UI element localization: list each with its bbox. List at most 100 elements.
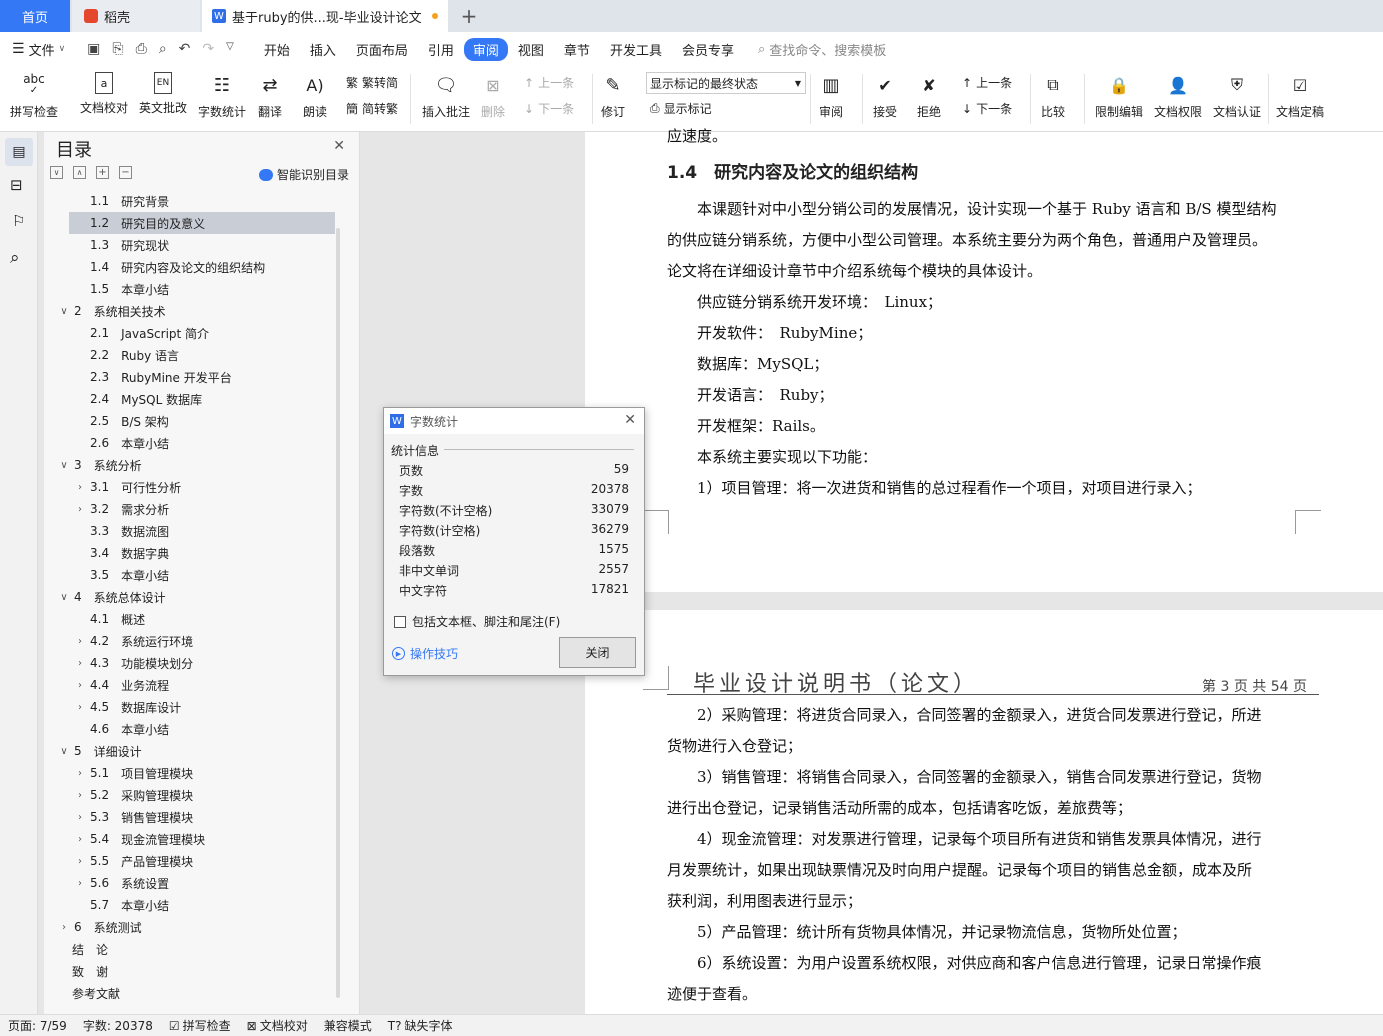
- redo-icon[interactable]: ↷: [202, 41, 214, 57]
- toc-item[interactable]: 1.4 研究内容及论文的组织结构: [44, 256, 334, 278]
- toc-item[interactable]: 1.2 研究目的及意义: [69, 212, 335, 234]
- word-count-indicator[interactable]: 字数: 20378: [83, 1017, 153, 1034]
- tips-link[interactable]: ▶ 操作技巧: [392, 645, 458, 662]
- show-marks-button[interactable]: ⎙ 显示标记: [650, 100, 712, 117]
- chevron-right-icon[interactable]: ›: [74, 878, 86, 889]
- toc-item[interactable]: › 4.2 系统运行环境: [44, 630, 334, 652]
- prev-comment-button[interactable]: ↑ 上一条: [524, 74, 574, 91]
- trad-to-simp-button[interactable]: 繁繁转简: [346, 74, 398, 91]
- reject-button[interactable]: ✘ 拒绝: [916, 72, 942, 120]
- toc-item[interactable]: › 3.1 可行性分析: [44, 476, 334, 498]
- toc-item[interactable]: 3.4 数据字典: [44, 542, 334, 564]
- page-indicator[interactable]: 页面: 7/59: [8, 1017, 67, 1034]
- close-button[interactable]: 关闭: [559, 637, 636, 668]
- add-item-icon[interactable]: +: [96, 166, 109, 179]
- menu-tab-5[interactable]: 视图: [508, 40, 554, 59]
- chevron-right-icon[interactable]: ›: [74, 658, 86, 669]
- compat-mode[interactable]: 兼容模式: [324, 1017, 372, 1034]
- toc-item[interactable]: › 5.4 现金流管理模块: [44, 828, 334, 850]
- toc-item[interactable]: 3.5 本章小结: [44, 564, 334, 586]
- accept-button[interactable]: ✔ 接受: [872, 72, 898, 120]
- chevron-down-icon[interactable]: ∨: [58, 592, 70, 603]
- toc-item[interactable]: 2.3 RubyMine 开发平台: [44, 366, 334, 388]
- markup-state-select[interactable]: 显示标记的最终状态 ▼: [646, 72, 806, 94]
- toc-item[interactable]: 1.5 本章小结: [44, 278, 334, 300]
- toc-item[interactable]: › 5.1 项目管理模块: [44, 762, 334, 784]
- menu-tab-6[interactable]: 章节: [554, 40, 600, 59]
- toc-item[interactable]: › 4.4 业务流程: [44, 674, 334, 696]
- english-review-button[interactable]: EN 英文批改: [139, 72, 187, 116]
- menu-tab-1[interactable]: 插入: [300, 40, 346, 59]
- toc-item[interactable]: 结 论: [44, 938, 334, 960]
- toc-item[interactable]: 1.3 研究现状: [44, 234, 334, 256]
- doc-permission-button[interactable]: 👤 文档权限: [1154, 72, 1202, 120]
- toc-item[interactable]: 4.1 概述: [44, 608, 334, 630]
- word-count-button[interactable]: ☷ 字数统计: [198, 72, 246, 120]
- toc-item[interactable]: 致 谢: [44, 960, 334, 982]
- more-icon[interactable]: ▽: [226, 41, 234, 57]
- compare-button[interactable]: ⧉ 比较: [1040, 72, 1066, 120]
- proofread-status[interactable]: ⊠ 文档校对: [247, 1017, 308, 1034]
- chevron-right-icon[interactable]: ›: [74, 856, 86, 867]
- finalize-doc-button[interactable]: ☑ 文档定稿: [1276, 72, 1324, 120]
- document-page[interactable]: 应速度。 1.4 研究内容及论文的组织结构 本课题针对中小型分销公司的发展情况，…: [585, 127, 1383, 592]
- toc-item[interactable]: 4.6 本章小结: [44, 718, 334, 740]
- track-changes-button[interactable]: ✎ 修订: [600, 72, 626, 120]
- chevron-down-icon[interactable]: ∨: [58, 306, 70, 317]
- bookmark-icon[interactable]: ⚐: [12, 212, 25, 230]
- remove-item-icon[interactable]: −: [119, 166, 132, 179]
- menu-tab-0[interactable]: 开始: [254, 40, 300, 59]
- toc-item[interactable]: › 6 系统测试: [44, 916, 334, 938]
- spell-check-button[interactable]: abc ✓ 拼写检查: [10, 72, 58, 120]
- chevron-right-icon[interactable]: ›: [74, 680, 86, 691]
- toc-item[interactable]: › 5.3 销售管理模块: [44, 806, 334, 828]
- restrict-edit-button[interactable]: 🔒 限制编辑: [1095, 72, 1143, 120]
- toc-item[interactable]: ∨ 3 系统分析: [44, 454, 334, 476]
- next-change-button[interactable]: ↓ 下一条: [962, 100, 1012, 117]
- menu-tab-2[interactable]: 页面布局: [346, 40, 418, 59]
- toc-item[interactable]: › 5.6 系统设置: [44, 872, 334, 894]
- close-icon[interactable]: ✕: [624, 412, 636, 428]
- toc-item[interactable]: 参考文献: [44, 982, 334, 1004]
- delete-comment-button[interactable]: ⊠ 删除: [480, 72, 506, 120]
- toc-item[interactable]: › 4.3 功能模块划分: [44, 652, 334, 674]
- menu-tab-8[interactable]: 会员专享: [672, 40, 744, 59]
- translate-button[interactable]: ⇄ 翻译: [257, 72, 283, 120]
- document-page[interactable]: 毕业设计说明书（论文） 第 3 页 共 54 页 2）采购管理：将进货合同录入，…: [585, 610, 1383, 1014]
- doc-auth-button[interactable]: ⛨ 文档认证: [1213, 72, 1261, 120]
- menu-tab-4[interactable]: 审阅: [463, 37, 508, 61]
- toc-item[interactable]: ∨ 5 详细设计: [44, 740, 334, 762]
- proofread-button[interactable]: a 文档校对: [80, 72, 128, 116]
- chevron-down-icon[interactable]: ∨: [58, 460, 70, 471]
- toc-item[interactable]: 2.1 JavaScript 简介: [44, 322, 334, 344]
- toc-item[interactable]: ∨ 2 系统相关技术: [44, 300, 334, 322]
- file-menu[interactable]: ☰ 文件 ∨: [0, 40, 73, 59]
- toc-item[interactable]: › 4.5 数据库设计: [44, 696, 334, 718]
- tab-document[interactable]: W 基于ruby的供...现-毕业设计论文: [202, 0, 448, 32]
- chevron-down-icon[interactable]: ∨: [58, 746, 70, 757]
- tab-daoke[interactable]: 稻壳: [72, 0, 200, 32]
- toc-item[interactable]: 2.5 B/S 架构: [44, 410, 334, 432]
- toc-item[interactable]: 2.2 Ruby 语言: [44, 344, 334, 366]
- read-aloud-button[interactable]: A) 朗读: [302, 72, 328, 120]
- chevron-right-icon[interactable]: ›: [74, 812, 86, 823]
- chevron-right-icon[interactable]: ›: [74, 636, 86, 647]
- toc-item[interactable]: ∨ 4 系统总体设计: [44, 586, 334, 608]
- missing-font-status[interactable]: T? 缺失字体: [388, 1017, 453, 1034]
- insert-comment-button[interactable]: 🗨 插入批注: [422, 72, 470, 120]
- smart-toc-button[interactable]: 智能识别目录: [258, 166, 349, 183]
- include-textbox-checkbox[interactable]: 包括文本框、脚注和尾注(F): [394, 613, 560, 630]
- chevron-right-icon[interactable]: ›: [74, 702, 86, 713]
- command-search[interactable]: ⌕ 查找命令、搜索模板: [758, 40, 886, 59]
- chapter-icon[interactable]: ⊟: [10, 176, 23, 194]
- chevron-right-icon[interactable]: ›: [74, 768, 86, 779]
- toc-item[interactable]: 5.7 本章小结: [44, 894, 334, 916]
- chevron-right-icon[interactable]: ›: [74, 482, 86, 493]
- undo-icon[interactable]: ↶: [179, 41, 191, 57]
- toc-scrollbar[interactable]: [336, 228, 340, 998]
- toc-item[interactable]: 1.1 研究背景: [44, 190, 334, 212]
- search-icon[interactable]: ⌕: [10, 248, 20, 268]
- review-pane-button[interactable]: ▥ 审阅: [818, 72, 844, 120]
- tab-home[interactable]: 首页: [0, 0, 70, 32]
- expand-up-icon[interactable]: ∧: [73, 166, 86, 179]
